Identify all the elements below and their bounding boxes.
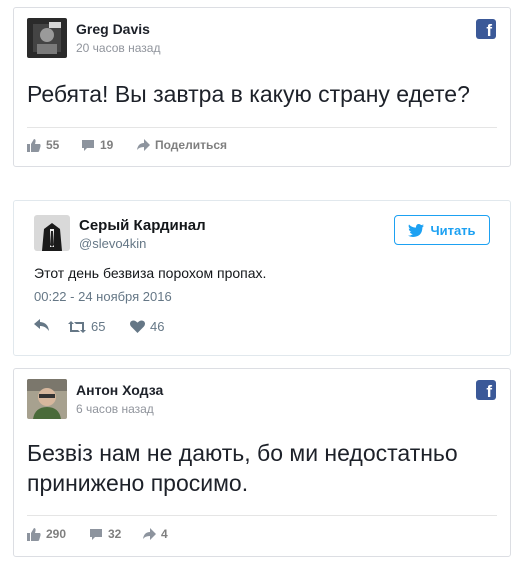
retweet-icon xyxy=(68,320,86,333)
share-arrow-icon xyxy=(143,528,156,540)
comment-count: 32 xyxy=(108,527,122,541)
like-count: 46 xyxy=(150,319,165,334)
post-text-line-2: принижено просимо. xyxy=(27,470,249,496)
retweet-count: 65 xyxy=(91,319,106,334)
comment-button[interactable]: 32 xyxy=(89,527,121,541)
heart-icon xyxy=(130,320,145,333)
avatar[interactable] xyxy=(27,18,67,58)
share-arrow-icon xyxy=(137,139,150,151)
comment-button[interactable]: 19 xyxy=(81,138,113,152)
display-name[interactable]: Серый Кардинал xyxy=(79,217,206,234)
tweet-card: Серый Кардинал @slevo4kin Читать Этот де… xyxy=(13,200,511,356)
post-time[interactable]: 20 часов назад xyxy=(76,41,160,55)
like-button[interactable]: 55 xyxy=(27,138,59,152)
like-button[interactable]: 46 xyxy=(130,319,164,334)
share-label: Поделиться xyxy=(155,138,228,152)
facebook-post-card-1: Greg Davis 20 часов назад f Ребята! Вы з… xyxy=(13,7,511,167)
share-count: 4 xyxy=(161,527,168,541)
follow-button[interactable]: Читать xyxy=(394,215,490,245)
post-text-line-1: Безвіз нам не дають, бо ми недостатньо xyxy=(27,440,458,466)
thumbs-up-icon xyxy=(27,527,41,541)
post-text: Ребята! Вы завтра в какую страну едете? xyxy=(27,81,470,107)
reply-button[interactable] xyxy=(34,319,54,331)
author-name[interactable]: Greg Davis xyxy=(76,21,150,37)
facebook-icon[interactable]: f xyxy=(476,380,496,401)
like-count: 290 xyxy=(46,527,67,541)
tweet-text: Этот день безвиза порохом пропах. xyxy=(34,265,267,281)
like-count: 55 xyxy=(46,138,60,152)
user-handle[interactable]: @slevo4kin xyxy=(79,236,146,251)
like-button[interactable]: 290 xyxy=(27,527,66,541)
comment-icon xyxy=(82,139,94,151)
twitter-bird-icon xyxy=(408,223,425,237)
facebook-post-card-2: Антон Ходза 6 часов назад f Безвіз нам н… xyxy=(13,368,511,557)
divider xyxy=(27,515,497,516)
tweet-date[interactable]: 00:22 - 24 ноября 2016 xyxy=(34,289,172,304)
post-time[interactable]: 6 часов назад xyxy=(76,402,154,416)
follow-label: Читать xyxy=(430,222,476,238)
reply-icon xyxy=(34,319,49,331)
thumbs-up-icon xyxy=(27,138,41,152)
comment-count: 19 xyxy=(100,138,114,152)
avatar[interactable] xyxy=(34,215,70,251)
facebook-icon[interactable]: f xyxy=(476,19,496,40)
retweet-button[interactable]: 65 xyxy=(68,319,105,334)
avatar[interactable] xyxy=(27,379,67,419)
divider xyxy=(27,127,497,128)
comment-icon xyxy=(90,528,102,540)
share-button[interactable]: 4 xyxy=(143,527,168,541)
share-button[interactable]: Поделиться xyxy=(137,138,227,152)
author-name[interactable]: Антон Ходза xyxy=(76,382,163,398)
post-text: Безвіз нам не дають, бо ми недостатньо п… xyxy=(27,438,458,498)
